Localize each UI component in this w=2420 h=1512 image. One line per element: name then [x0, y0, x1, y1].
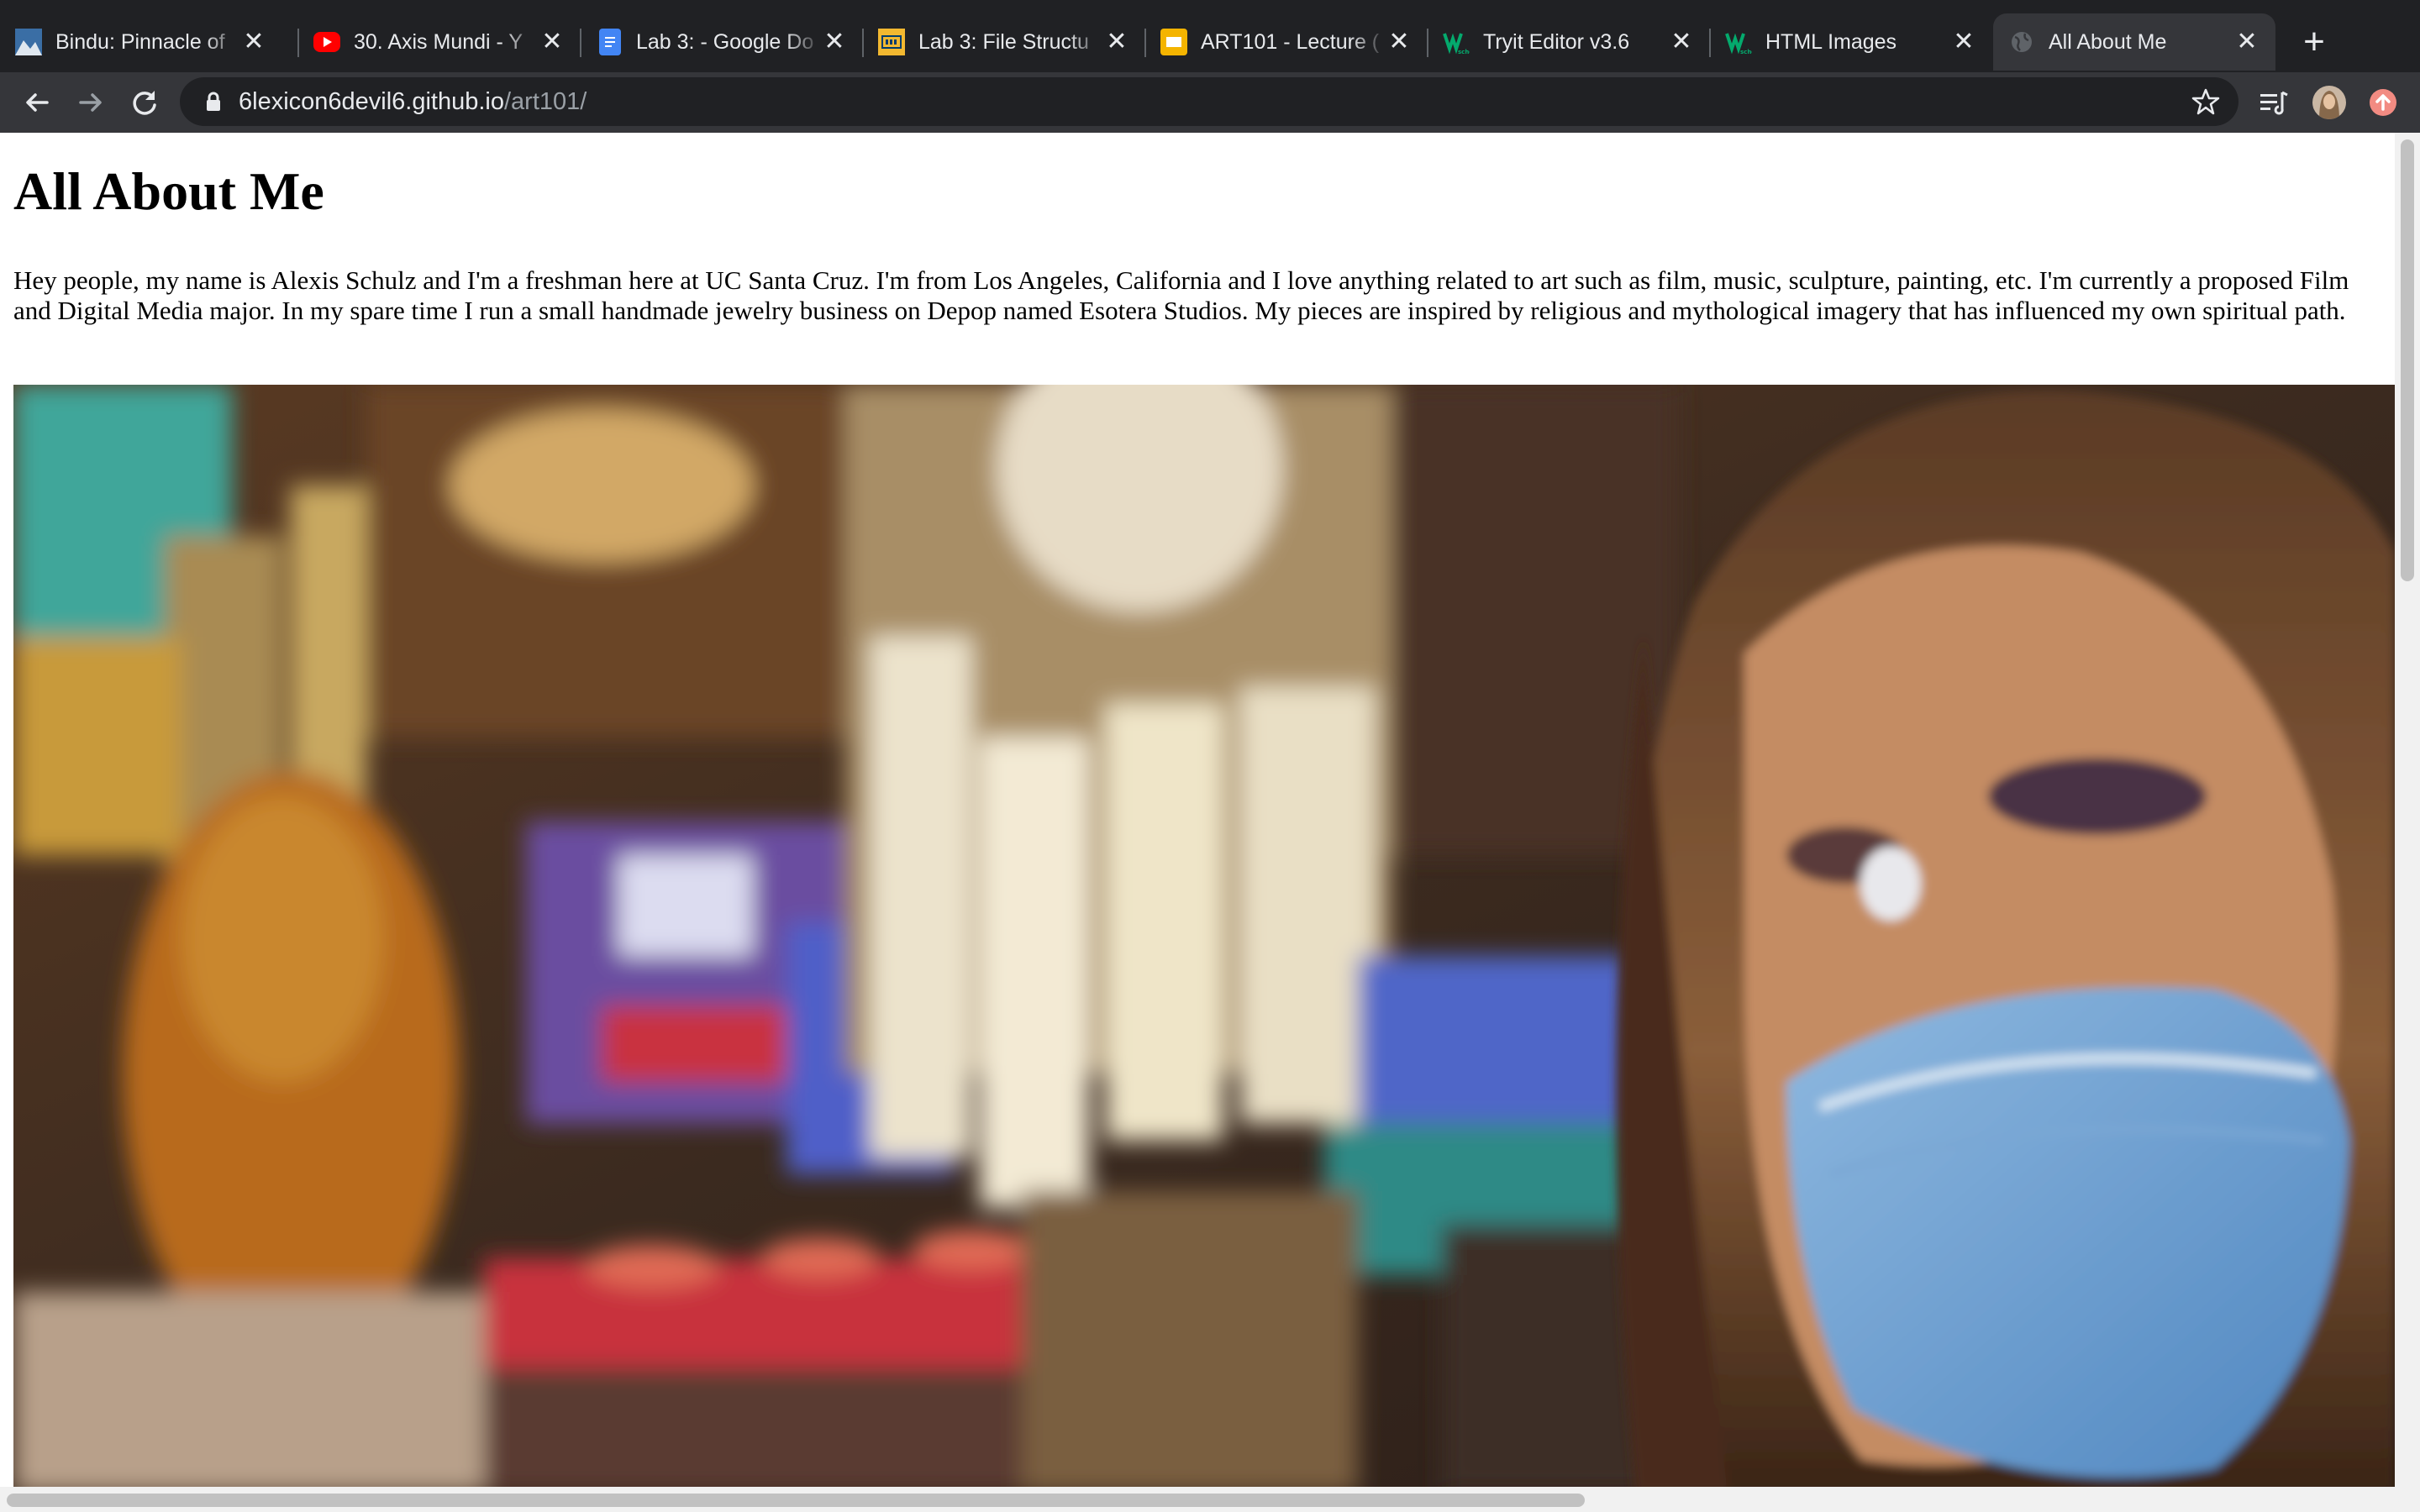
close-icon[interactable]: ✕ — [1665, 25, 1698, 59]
svg-text:schools: schools — [1740, 49, 1752, 55]
vertical-scroll-thumb[interactable] — [2401, 139, 2414, 581]
back-arrow-icon — [26, 93, 49, 112]
photo-selfie-in-shop — [13, 385, 2395, 1487]
tab-strip: Bindu: Pinnacle of ✕ 30. Axis Mundi - Y … — [0, 0, 2420, 72]
youtube-favicon-icon — [313, 32, 340, 52]
tab-title: 30. Axis Mundi - Y — [354, 30, 523, 54]
tab-title: Lab 3: File Structu — [918, 30, 1089, 54]
url-host: 6lexicon6devil6.github.io — [239, 88, 504, 115]
bookmark-star-icon[interactable] — [2191, 87, 2220, 116]
w3schools-favicon-icon: schools — [1443, 29, 1470, 55]
tab-art101-lecture[interactable]: ART101 - Lecture ( ✕ — [1145, 13, 1428, 71]
tab-bindu[interactable]: Bindu: Pinnacle of ✕ — [0, 13, 282, 71]
close-icon[interactable]: ✕ — [535, 25, 569, 59]
tab-axis-mundi[interactable]: 30. Axis Mundi - Y ✕ — [298, 13, 581, 71]
page-heading: All About Me — [13, 161, 324, 221]
google-docs-favicon-icon — [599, 29, 621, 55]
forward-button[interactable] — [72, 84, 109, 121]
reload-button[interactable] — [126, 84, 163, 121]
vertical-scrollbar[interactable] — [2395, 133, 2420, 1487]
ucsc-favicon-icon — [878, 29, 905, 55]
globe-favicon-icon — [2008, 29, 2035, 55]
reload-icon — [133, 91, 156, 115]
w3schools-favicon-icon: schools — [1725, 29, 1752, 55]
close-icon[interactable]: ✕ — [818, 25, 851, 59]
tab-title: Tryit Editor v3.6 — [1483, 30, 1630, 54]
svg-text:schools: schools — [1458, 49, 1470, 55]
tab-tryit-editor[interactable]: schools Tryit Editor v3.6 ✕ — [1428, 13, 1710, 71]
close-icon[interactable]: ✕ — [237, 25, 271, 59]
tab-lab3-file-structure[interactable]: Lab 3: File Structu ✕ — [863, 13, 1145, 71]
close-icon[interactable]: ✕ — [1382, 25, 1416, 59]
tab-all-about-me[interactable]: All About Me ✕ — [1993, 13, 2275, 71]
tab-html-images[interactable]: schools HTML Images ✕ — [1710, 13, 1992, 71]
address-bar[interactable]: 6lexicon6devil6.github.io/art101/ — [180, 77, 2238, 126]
horizontal-scroll-thumb[interactable] — [7, 1494, 1585, 1507]
page-viewport: All About Me Hey people, my name is Alex… — [0, 133, 2395, 1487]
horizontal-scrollbar[interactable] — [0, 1487, 2420, 1512]
photo-illustration — [13, 385, 2395, 1487]
close-icon[interactable]: ✕ — [1947, 25, 1981, 59]
url-path: /art101/ — [504, 88, 587, 115]
bio-paragraph: Hey people, my name is Alexis Schulz and… — [13, 265, 2349, 325]
back-button[interactable] — [18, 84, 55, 121]
close-icon[interactable]: ✕ — [2230, 25, 2264, 59]
forward-arrow-icon — [79, 93, 102, 112]
image-favicon-icon — [15, 29, 42, 55]
tab-title: All About Me — [2049, 30, 2167, 54]
url-text[interactable]: 6lexicon6devil6.github.io/art101/ — [239, 77, 587, 126]
new-tab-button[interactable]: + — [2292, 20, 2336, 64]
update-icon[interactable] — [2365, 84, 2402, 121]
reading-list-icon[interactable] — [2255, 84, 2292, 121]
google-slides-favicon-icon — [1160, 29, 1187, 55]
tab-title: HTML Images — [1765, 30, 1897, 54]
tab-lab3-docs[interactable]: Lab 3: - Google Do ✕ — [581, 13, 863, 71]
avatar[interactable] — [2311, 84, 2348, 121]
tab-title: Bindu: Pinnacle of — [55, 30, 225, 54]
tab-title: ART101 - Lecture ( — [1201, 30, 1380, 54]
close-icon[interactable]: ✕ — [1100, 25, 1134, 59]
tab-title: Lab 3: - Google Do — [636, 30, 814, 54]
lock-icon[interactable] — [202, 90, 225, 113]
